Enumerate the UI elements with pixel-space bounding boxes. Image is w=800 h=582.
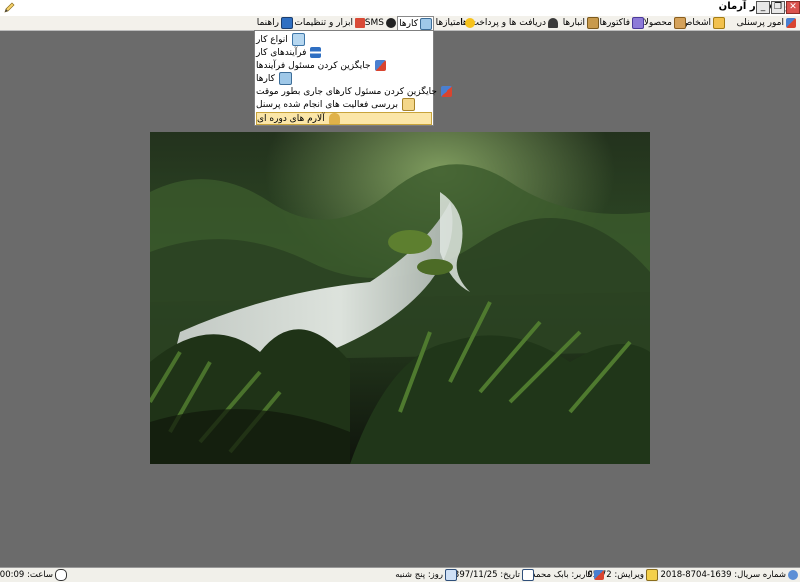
weekday: روز: پنج شنبه [395,569,457,581]
menu-sms[interactable]: SMS [364,16,397,30]
menu-help[interactable]: راهنما [256,16,294,30]
bell-icon [328,113,340,124]
star-icon [465,18,475,28]
close-button[interactable]: ✕ [786,1,800,14]
review-icon [402,98,416,111]
menu-tools[interactable]: ابزار و تنظیمات [293,16,366,30]
menu-points[interactable]: امتیازها [435,16,476,30]
clock-icon [55,569,67,581]
menu-personnel[interactable]: امور پرسنلی [736,16,797,30]
menu-warehouses[interactable]: انبارها [562,16,600,30]
calendar-icon [522,569,534,581]
person-icon [548,18,558,28]
calendar-icon [445,569,457,581]
users-icon [786,18,796,28]
date: تاریخ: 1397/11/25 [449,569,534,581]
contacts-icon [713,17,725,29]
menu-item-replace-workflow-owner[interactable]: جایگزین کردن مسئول فرآیندها [256,59,432,72]
menu-item-replace-task-owner[interactable]: جایگزین کردن مسئول کارهای جاری بطور موقت [256,85,452,98]
globe-icon [788,570,798,580]
menu-item-workflows[interactable]: فرآیندهای کار [256,46,432,59]
menu-people[interactable]: اشخاص [681,16,726,30]
background-photo [150,132,650,464]
pen-icon [4,2,15,13]
stack-icon [632,17,644,29]
tasks-icon [278,72,292,85]
status-bar: شماره سریال: 1639-8704-2018 ویرایش: 05.7… [0,567,800,582]
box-icon [674,17,686,29]
menu-item-review-activities[interactable]: بررسی فعالیت های انجام شده پرسنل [256,98,432,111]
title-bar: نرم افزار آرمان ✕ ❐ _ [0,0,800,17]
current-user: کاربر: بابک محمدی [525,569,604,581]
serial-number: شماره سریال: 1639-8704-2018 [661,569,798,581]
chat-icon [386,18,396,28]
wrench-icon [355,18,365,28]
tasks-dropdown-menu: انواع کار فرآیندهای کار جایگزین کردن مسئ… [254,30,452,126]
menu-item-tasks[interactable]: کارها [256,72,432,85]
pencil-icon [646,569,658,581]
menu-item-periodic-alarms[interactable]: آلارم های دوره ای [256,112,432,125]
menu-invoices[interactable]: فاکتورها [598,16,645,30]
users-swap-icon [374,60,386,71]
clock: ساعت: 11:00:09 [0,569,67,581]
menu-tasks[interactable]: کارها [397,16,434,30]
menu-item-task-types[interactable]: انواع کار [256,33,432,46]
help-icon [281,17,293,29]
restore-button[interactable]: ❐ [771,1,785,14]
box-icon [587,17,599,29]
task-types-icon [291,33,305,46]
workflow-icon [310,47,322,58]
minimize-button[interactable]: _ [756,1,770,14]
users-swap-icon [440,86,452,97]
menu-bar: امور پرسنلی اشخاص محصولات فاکتورها انبار… [0,16,800,31]
user-icon [594,570,604,580]
tasks-icon [420,17,432,30]
